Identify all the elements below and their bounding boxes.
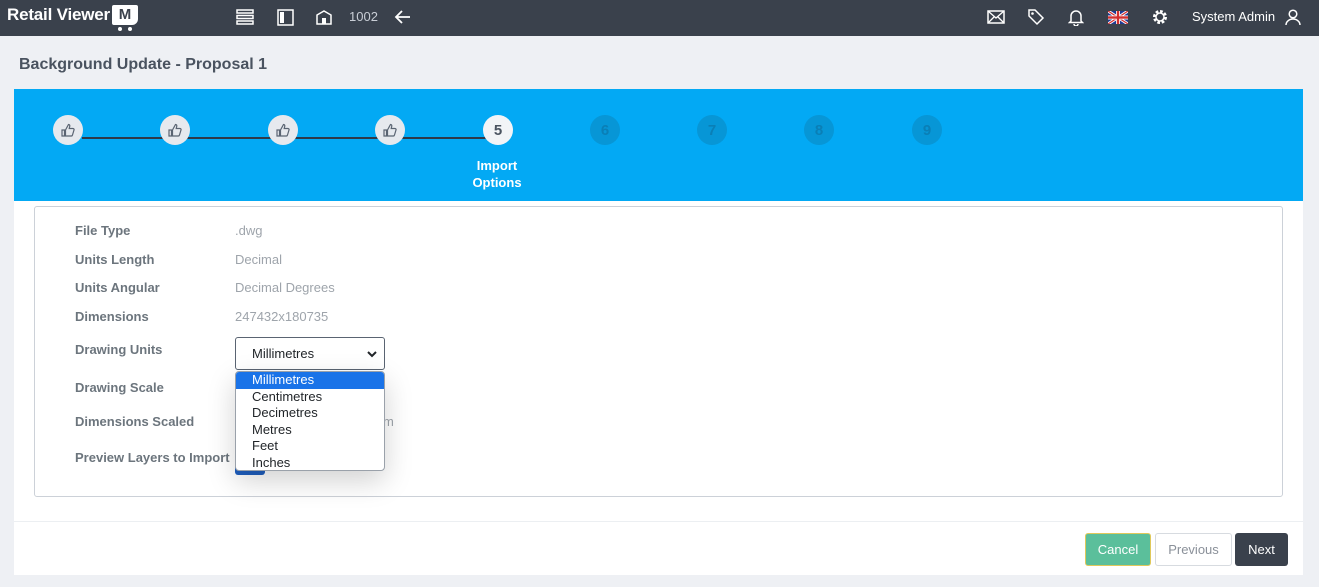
step-2[interactable] xyxy=(160,115,190,145)
step-9: 9 xyxy=(912,115,942,145)
previous-button[interactable]: Previous xyxy=(1155,533,1232,566)
thumbs-up-icon xyxy=(168,123,182,137)
step-number: 6 xyxy=(600,121,610,139)
drawing-units-option[interactable]: Centimetres xyxy=(236,389,384,406)
sidebar-icon[interactable] xyxy=(275,7,295,27)
dimensions-label: Dimensions xyxy=(75,309,149,324)
file-type-label: File Type xyxy=(75,223,131,238)
drawing-units-label: Drawing Units xyxy=(75,342,163,357)
brand-text: Retail Viewer xyxy=(7,5,110,24)
thumbs-up-icon xyxy=(61,123,75,137)
step-number: 7 xyxy=(707,121,717,139)
bell-icon[interactable] xyxy=(1066,7,1086,27)
gear-icon[interactable] xyxy=(1150,7,1170,27)
step-3[interactable] xyxy=(268,115,298,145)
brand-logo[interactable]: Retail Viewer M xyxy=(7,5,138,31)
page-title: Background Update - Proposal 1 xyxy=(19,56,268,73)
user-icon[interactable] xyxy=(1283,7,1303,27)
dimensions-value: 247432x180735 xyxy=(235,309,329,324)
step-5[interactable]: 5 xyxy=(483,115,513,145)
next-button[interactable]: Next xyxy=(1235,533,1288,566)
drawing-units-option[interactable]: Feet xyxy=(236,438,384,455)
step-7: 7 xyxy=(697,115,727,145)
units-length-value: Decimal xyxy=(235,252,282,267)
step-6: 6 xyxy=(590,115,620,145)
list-icon[interactable] xyxy=(235,7,255,27)
dimensions-scaled-label: Dimensions Scaled xyxy=(75,414,195,429)
wizard-stepper: 5 6 7 8 9 Import Options xyxy=(14,89,1303,201)
mail-icon[interactable] xyxy=(986,7,1006,27)
store-icon[interactable] xyxy=(314,7,334,27)
step-number: 5 xyxy=(493,121,503,139)
drawing-units-select[interactable]: Millimetres xyxy=(235,337,385,370)
tag-icon[interactable] xyxy=(1026,7,1046,27)
drawing-units-option[interactable]: Metres xyxy=(236,422,384,439)
cancel-button[interactable]: Cancel xyxy=(1085,533,1151,566)
user-name[interactable]: System Admin xyxy=(1192,9,1275,24)
drawing-units-option[interactable]: Decimetres xyxy=(236,405,384,422)
brand-badge: M xyxy=(111,5,138,31)
step-4[interactable] xyxy=(375,115,405,145)
step-1[interactable] xyxy=(53,115,83,145)
drawing-units-option[interactable]: Inches xyxy=(236,455,384,470)
uk-flag-icon[interactable] xyxy=(1108,7,1128,27)
step-8: 8 xyxy=(804,115,834,145)
thumbs-up-icon xyxy=(383,123,397,137)
chevron-down-icon xyxy=(367,351,377,358)
thumbs-up-icon xyxy=(276,123,290,137)
units-angular-label: Units Angular xyxy=(75,280,160,295)
file-type-value: .dwg xyxy=(235,223,263,238)
units-angular-value: Decimal Degrees xyxy=(235,280,335,295)
drawing-units-option[interactable]: Millimetres xyxy=(236,372,384,389)
back-arrow-icon[interactable] xyxy=(393,7,413,27)
drawing-units-dropdown: Millimetres Centimetres Decimetres Metres Fe… xyxy=(235,371,385,471)
preview-layers-label: Preview Layers to Import xyxy=(75,450,230,465)
active-step-title: Import Options xyxy=(472,158,522,190)
step-number: 9 xyxy=(922,121,932,139)
units-length-label: Units Length xyxy=(75,252,155,267)
top-navbar: Retail Viewer M 1002 System Admin xyxy=(0,0,1319,36)
drawing-scale-label: Drawing Scale xyxy=(75,380,164,395)
step-number: 8 xyxy=(814,121,824,139)
drawing-units-selected: Millimetres xyxy=(252,346,315,361)
store-code: 1002 xyxy=(349,9,378,24)
